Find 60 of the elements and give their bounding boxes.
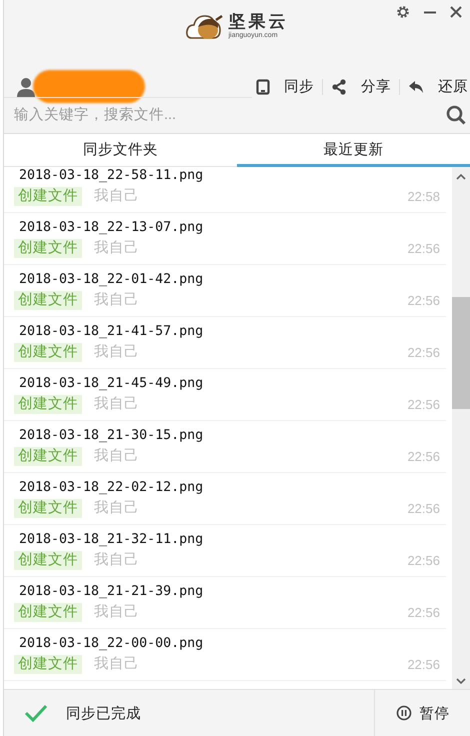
- action-tag: 创建文件: [14, 603, 82, 622]
- pause-icon: [396, 705, 412, 721]
- status-text: 同步已完成: [66, 704, 141, 722]
- undo-icon: [408, 80, 424, 94]
- file-name: 2018-03-18_22-58-11.png: [18, 167, 204, 184]
- time: 22:56: [407, 240, 440, 258]
- file-name: 2018-03-18_22-01-42.png: [18, 271, 204, 288]
- user-name: 我自己: [94, 187, 139, 206]
- user-icon: [16, 76, 36, 96]
- user-name: 我自己: [94, 499, 139, 518]
- check-icon: [24, 704, 48, 722]
- user-name: 我自己: [94, 603, 139, 622]
- pause-button[interactable]: 暂停: [374, 690, 470, 736]
- time: 22:56: [407, 656, 440, 674]
- logo-name: 坚果云: [228, 12, 288, 31]
- action-tag: 创建文件: [14, 291, 82, 310]
- time: 22:56: [407, 344, 440, 362]
- time: 22:56: [407, 448, 440, 466]
- time: 22:56: [407, 552, 440, 570]
- time: 22:58: [407, 188, 440, 206]
- time: 22:56: [407, 500, 440, 518]
- action-tag: 创建文件: [14, 395, 82, 414]
- toolbar-button[interactable]: 同步: [248, 77, 322, 96]
- file-name: 2018-03-18_22-13-07.png: [18, 219, 204, 236]
- file-name: 2018-03-18_21-21-39.png: [18, 583, 204, 600]
- file-name: 2018-03-18_21-41-57.png: [18, 323, 204, 340]
- file-name: 2018-03-18_22-00-00.png: [18, 635, 204, 652]
- settings-icon[interactable]: [396, 5, 410, 19]
- tab[interactable]: 同步文件夹: [4, 134, 237, 167]
- user-name: 我自己: [94, 655, 139, 674]
- tablet-icon: [256, 78, 270, 94]
- action-tag: 创建文件: [14, 447, 82, 466]
- file-name: 2018-03-18_21-45-49.png: [18, 375, 204, 392]
- file-name: 2018-03-18_21-30-15.png: [18, 427, 204, 444]
- time: 22:56: [407, 292, 440, 310]
- close-icon[interactable]: [450, 6, 462, 18]
- scroll-up-icon[interactable]: [456, 173, 466, 180]
- action-tag: 创建文件: [14, 655, 82, 674]
- time: 22:56: [407, 604, 440, 622]
- scroll-down-icon[interactable]: [456, 678, 466, 685]
- file-name: 2018-03-18_21-32-11.png: [18, 531, 204, 548]
- search-icon[interactable]: [446, 105, 466, 125]
- time: 22:56: [407, 396, 440, 414]
- user-name: 我自己: [94, 395, 139, 414]
- action-tag: 创建文件: [14, 551, 82, 570]
- action-tag: 创建文件: [14, 187, 82, 206]
- user-name: 我自己: [94, 551, 139, 570]
- toolbar-button[interactable]: 还原: [400, 77, 468, 96]
- user-name: 我自己: [94, 343, 139, 362]
- user-name: 我自己: [94, 447, 139, 466]
- action-tag: 创建文件: [14, 343, 82, 362]
- user-name: 我自己: [94, 239, 139, 258]
- share-icon: [331, 78, 347, 94]
- action-tag: 创建文件: [14, 499, 82, 518]
- scrollbar-track[interactable]: [452, 167, 470, 689]
- user-name: 我自己: [94, 291, 139, 310]
- toolbar-button[interactable]: 分享: [323, 77, 399, 96]
- scrollbar-thumb[interactable]: [452, 297, 470, 409]
- action-tag: 创建文件: [14, 239, 82, 258]
- file-name: 2018-03-18_22-02-12.png: [18, 479, 204, 496]
